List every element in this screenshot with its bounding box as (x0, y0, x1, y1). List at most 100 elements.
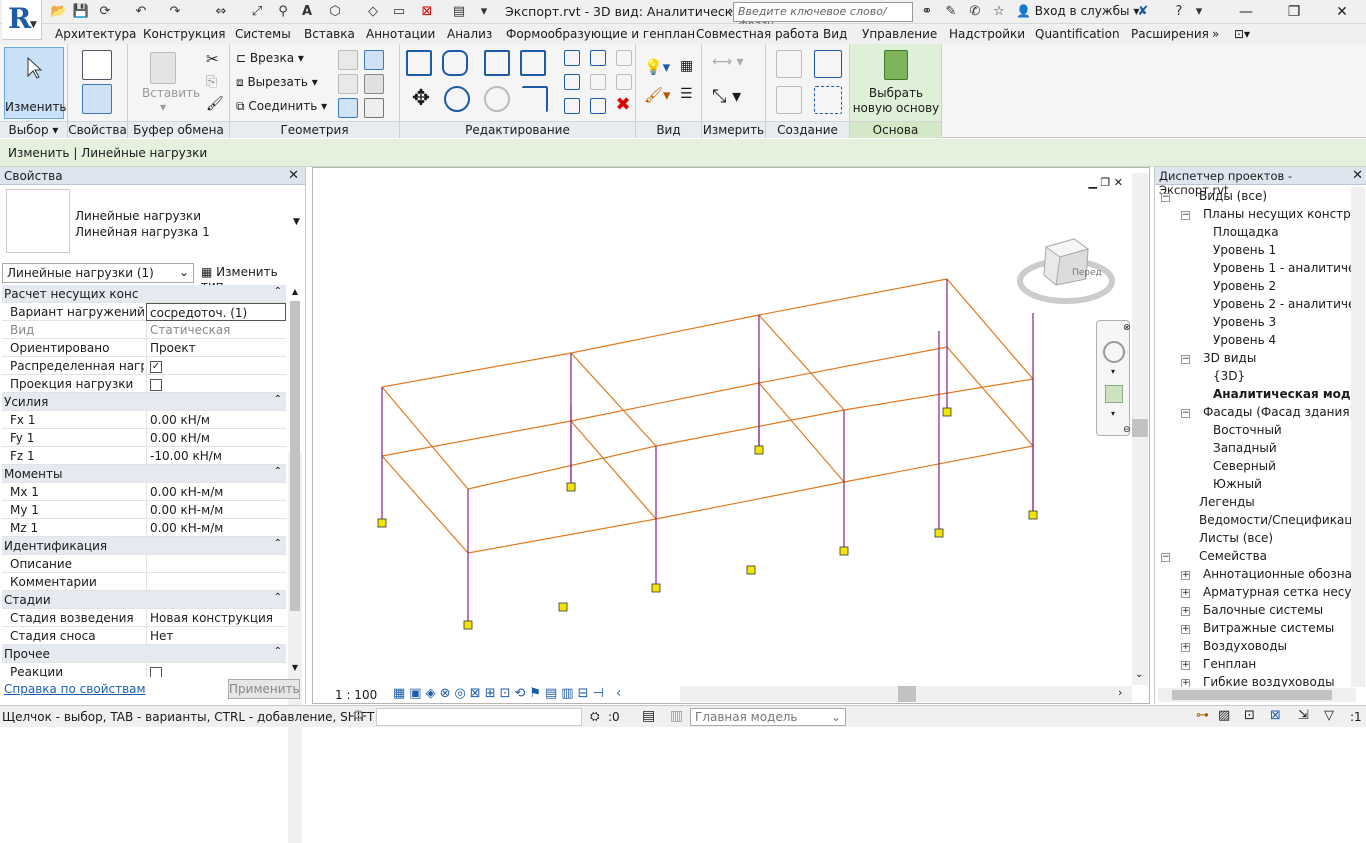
application-menu-button[interactable]: R ▼ (2, 0, 42, 40)
paste-icon[interactable] (150, 52, 176, 84)
expand-icon[interactable]: + (1181, 661, 1190, 670)
property-value[interactable]: Нет (146, 627, 286, 645)
paint-icon[interactable] (364, 50, 384, 70)
options-icon[interactable]: ⊖ (1123, 425, 1131, 435)
minimize-button[interactable]: — (1226, 2, 1266, 22)
property-row[interactable]: My 1 0.00 кН-м/м (2, 501, 286, 519)
beam-line[interactable] (758, 278, 948, 316)
properties-icon[interactable] (82, 84, 112, 114)
beam-line[interactable] (946, 346, 1034, 447)
property-row[interactable]: Стадия возведения Новая конструкция (2, 609, 286, 627)
modify-button[interactable]: Изменить (4, 47, 67, 119)
beam-line[interactable] (381, 386, 469, 490)
save-icon[interactable]: 💾 (72, 3, 90, 21)
browser-item[interactable]: Уровень 4 (1213, 333, 1276, 347)
support-marker[interactable] (746, 565, 756, 575)
beam-line[interactable] (758, 382, 845, 483)
property-checkbox[interactable]: ✓ (146, 357, 286, 375)
tab-addins[interactable]: Надстройки (949, 27, 1025, 41)
property-row[interactable]: Fx 1 0.00 кН/м (2, 411, 286, 429)
worksets-icon[interactable]: ⚙ (352, 708, 365, 724)
move-icon[interactable]: ✥ (408, 86, 434, 112)
property-value[interactable]: Новая конструкция (146, 609, 286, 627)
aligned-dimension-icon[interactable]: ⤡ ▾ (712, 86, 741, 107)
dimension-icon[interactable]: ⤢ (248, 3, 266, 21)
beam-line[interactable] (467, 445, 657, 490)
property-group[interactable]: Прочее ⌃ (2, 645, 286, 663)
unpin-icon[interactable] (616, 50, 632, 66)
tab-view[interactable]: Вид (823, 27, 847, 41)
browser-item[interactable]: Воздуховоды (1203, 639, 1287, 653)
customize-toolbar-icon[interactable]: ▾ (475, 3, 493, 21)
more-tabs-icon[interactable]: » (1212, 27, 1219, 41)
help-dropdown-icon[interactable]: ▾ (1190, 3, 1208, 21)
drag-elements-icon[interactable]: ⇲ (1298, 708, 1309, 723)
select-underlay-icon[interactable]: ▨ (1218, 708, 1230, 723)
browser-item[interactable]: Легенды (1199, 495, 1255, 509)
browser-item[interactable]: Восточный (1213, 423, 1282, 437)
close-button[interactable]: ✕ (1322, 2, 1362, 22)
hammer-icon[interactable] (364, 98, 384, 118)
beam-line[interactable] (570, 314, 760, 354)
browser-item[interactable]: Уровень 2 - аналитиче... (1213, 297, 1351, 311)
measure-between-icon[interactable]: ⟷ ▾ (712, 54, 744, 70)
properties-scroll-thumb[interactable] (290, 301, 300, 611)
beam-line[interactable] (758, 314, 845, 411)
rotate-icon[interactable] (484, 86, 510, 112)
collapse-icon[interactable]: ⌃ (274, 646, 282, 657)
browser-item[interactable]: 3D виды (1203, 351, 1256, 365)
split-face-icon[interactable] (338, 50, 358, 70)
chevron-down-icon[interactable]: ▾ (1111, 367, 1115, 376)
help-icon[interactable]: ? (1170, 3, 1188, 21)
browser-item[interactable]: Уровень 3 (1213, 315, 1276, 329)
select-by-face-icon[interactable]: ⊠ (1270, 708, 1281, 723)
view-filter-icon[interactable]: ☰ (680, 86, 693, 102)
browser-item[interactable]: Листы (все) (1199, 531, 1273, 545)
extend-icon[interactable] (590, 98, 606, 114)
switch-windows-icon[interactable]: ▤ (450, 3, 468, 21)
apply-button[interactable]: Применить (228, 679, 300, 699)
collapse-icon[interactable]: − (1181, 409, 1190, 418)
expand-icon[interactable]: + (1181, 679, 1190, 687)
beam-line[interactable] (381, 420, 572, 457)
ribbon-options-icon[interactable]: ⊡▾ (1234, 27, 1250, 41)
thin-lines-icon[interactable]: ▭ (390, 3, 408, 21)
sign-in-button[interactable]: 👤 Вход в службы ▾ (1016, 4, 1139, 18)
delete-icon[interactable]: ✖ (614, 96, 632, 114)
close-icon[interactable]: ⊗ (1123, 323, 1131, 333)
chevron-down-icon[interactable]: ▾ (1111, 409, 1115, 418)
browser-item[interactable]: {3D} (1213, 369, 1245, 383)
collapse-icon[interactable]: ⌃ (274, 592, 282, 603)
trim-icon[interactable] (564, 98, 580, 114)
demolish-icon[interactable] (364, 74, 384, 94)
viewport-horizontal-scrollbar[interactable]: › (680, 686, 1132, 702)
property-row[interactable]: Вид Статическая (2, 321, 286, 339)
support-marker[interactable] (566, 482, 576, 492)
properties-help-link[interactable]: Справка по свойствам (4, 682, 146, 696)
close-hidden-icon[interactable]: ⊠ (418, 3, 436, 21)
beam-line[interactable] (655, 481, 845, 520)
property-value[interactable]: 0.00 кН/м (146, 411, 286, 429)
scroll-down-icon[interactable]: ⌄ (1135, 669, 1143, 680)
workset-dropdown[interactable] (376, 708, 582, 726)
beam-line[interactable] (655, 409, 845, 447)
select-links-icon[interactable]: ⊶ (1196, 708, 1209, 723)
property-value[interactable]: Проект (146, 339, 286, 357)
tag-icon[interactable]: ⚲ (274, 3, 292, 21)
mirror-draw-icon[interactable] (520, 50, 546, 76)
collapse-icon[interactable]: ⌃ (274, 538, 282, 549)
beam-line[interactable] (758, 346, 948, 384)
view-scale[interactable]: 1 : 100 (335, 688, 377, 702)
open-icon[interactable]: 📂 (50, 3, 68, 21)
support-marker[interactable] (839, 546, 849, 556)
pin-icon[interactable] (616, 74, 632, 90)
subscription-icon[interactable]: ✎ (942, 3, 960, 21)
tab-quantification[interactable]: Quantification (1035, 27, 1120, 41)
property-row[interactable]: Распределенная нагру... ✓ (2, 357, 286, 375)
browser-item[interactable]: Планы несущих конструк... (1203, 207, 1351, 221)
collapse-icon[interactable]: ⌃ (274, 286, 282, 297)
collapse-icon[interactable]: − (1181, 355, 1190, 364)
property-row[interactable]: Описание (2, 555, 286, 573)
scroll-right-icon[interactable]: › (1118, 686, 1122, 699)
close-icon[interactable]: ✕ (1352, 168, 1363, 183)
